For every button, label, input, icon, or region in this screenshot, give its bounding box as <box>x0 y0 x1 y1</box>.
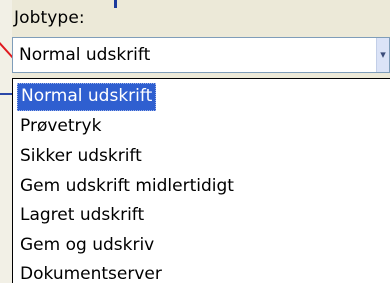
left-panel-edge <box>0 0 12 283</box>
print-settings-panel: Jobtype: Normal udskrift ▾ Normal udskri… <box>0 0 390 283</box>
jobtype-dropdown-list[interactable]: Normal udskrift Prøvetryk Sikker udskrif… <box>12 78 390 283</box>
option-dokumentserver[interactable]: Dokumentserver <box>17 261 165 283</box>
jobtype-combobox[interactable]: Normal udskrift ▾ <box>12 37 390 73</box>
chevron-down-icon[interactable]: ▾ <box>376 38 389 72</box>
annotation-marker <box>0 93 12 95</box>
option-lagret-udskrift[interactable]: Lagret udskrift <box>17 202 147 228</box>
option-proevetryk[interactable]: Prøvetryk <box>17 113 104 139</box>
option-normal-udskrift[interactable]: Normal udskrift <box>17 83 157 111</box>
jobtype-selected-value: Normal udskrift <box>19 45 151 65</box>
option-gem-udskrift-midlertidigt[interactable]: Gem udskrift midlertidigt <box>17 173 237 199</box>
option-sikker-udskrift[interactable]: Sikker udskrift <box>17 143 145 169</box>
option-gem-og-udskriv[interactable]: Gem og udskriv <box>17 232 157 258</box>
jobtype-label: Jobtype: <box>14 8 85 28</box>
divider-line <box>114 0 117 8</box>
